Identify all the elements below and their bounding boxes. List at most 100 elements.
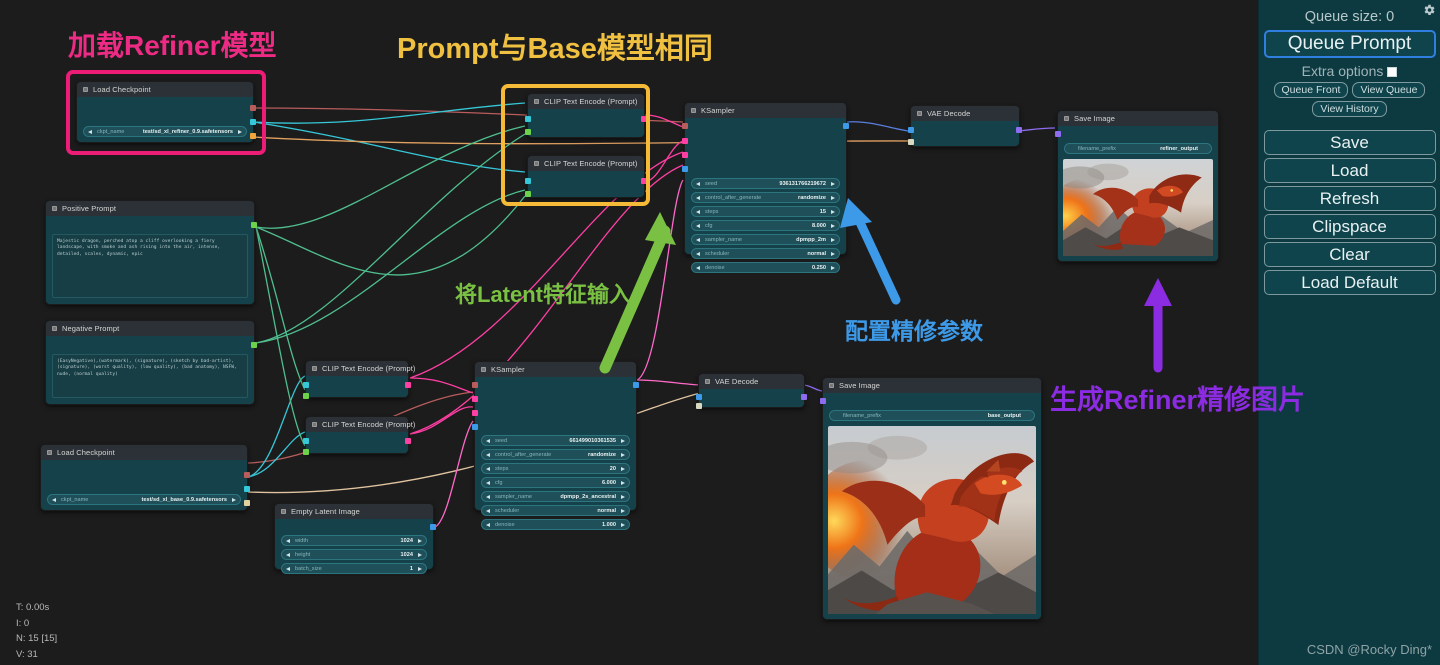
node-negative-prompt[interactable]: Negative Prompt (EasyNegative),(watermar… — [45, 320, 257, 405]
view-queue-button[interactable]: View Queue — [1352, 82, 1426, 98]
arrow-left-icon[interactable] — [696, 238, 700, 242]
arrow-left-icon[interactable] — [696, 224, 700, 228]
widget-control-after-generate[interactable]: control_after_generate randomize — [691, 192, 840, 203]
prompt-textarea[interactable]: (EasyNegative),(watermark), (signature),… — [52, 354, 248, 398]
port-conditioning-out[interactable] — [641, 116, 647, 122]
node-ksampler-base[interactable]: KSampler seed 661499010361535 control_af… — [472, 361, 639, 530]
node-save-image-base[interactable]: Save Image filename_prefix base_output — [820, 377, 1042, 620]
arrow-left-icon[interactable] — [696, 182, 700, 186]
port-model-out[interactable] — [244, 472, 250, 478]
port-text-in[interactable] — [525, 191, 531, 197]
view-history-button[interactable]: View History — [1312, 101, 1387, 117]
save-button[interactable]: Save — [1263, 130, 1436, 155]
node-clip-text-encode-refiner-positive[interactable]: CLIP Text Encode (Prompt) — [525, 93, 647, 138]
widget-cfg[interactable]: cfg 8.000 — [691, 220, 840, 231]
port-model-out[interactable] — [250, 105, 256, 111]
port-text-in[interactable] — [303, 393, 309, 399]
port-vae-out[interactable] — [250, 133, 256, 139]
port-vae-out[interactable] — [244, 500, 250, 506]
arrow-left-icon[interactable] — [286, 567, 290, 571]
port-clip-in[interactable] — [525, 116, 531, 122]
arrow-left-icon[interactable] — [696, 252, 700, 256]
arrow-right-icon[interactable] — [621, 439, 625, 443]
arrow-right-icon[interactable] — [831, 196, 835, 200]
arrow-right-icon[interactable] — [621, 509, 625, 513]
arrow-right-icon[interactable] — [831, 182, 835, 186]
arrow-right-icon[interactable] — [418, 539, 422, 543]
port-positive-in[interactable] — [682, 138, 688, 144]
node-clip-text-encode-refiner-negative[interactable]: CLIP Text Encode (Prompt) — [525, 155, 647, 198]
load-default-button[interactable]: Load Default — [1263, 270, 1436, 295]
node-clip-text-encode-base-positive[interactable]: CLIP Text Encode (Prompt) — [303, 360, 415, 399]
port-conditioning-out[interactable] — [405, 438, 411, 444]
widget-cfg[interactable]: cfg 6.000 — [481, 477, 630, 488]
port-clip-in[interactable] — [525, 178, 531, 184]
arrow-right-icon[interactable] — [621, 453, 625, 457]
node-vae-decode-base[interactable]: VAE Decode — [696, 373, 807, 409]
widget-control-after-generate[interactable]: control_after_generate randomize — [481, 449, 630, 460]
widget-seed[interactable]: seed 936131766219672 — [691, 178, 840, 189]
arrow-left-icon[interactable] — [486, 509, 490, 513]
port-positive-in[interactable] — [472, 396, 478, 402]
port-string-out[interactable] — [251, 222, 257, 228]
arrow-right-icon[interactable] — [621, 523, 625, 527]
port-samples-in[interactable] — [696, 394, 702, 400]
arrow-right-icon[interactable] — [831, 224, 835, 228]
widget-sampler-name[interactable]: sampler_name dpmpp_2m — [691, 234, 840, 245]
arrow-left-icon[interactable] — [486, 523, 490, 527]
arrow-left-icon[interactable] — [486, 467, 490, 471]
port-conditioning-out[interactable] — [641, 178, 647, 184]
port-image-out[interactable] — [1016, 127, 1022, 133]
arrow-left-icon[interactable] — [486, 481, 490, 485]
arrow-left-icon[interactable] — [696, 196, 700, 200]
arrow-right-icon[interactable] — [238, 130, 242, 134]
port-negative-in[interactable] — [472, 410, 478, 416]
gear-icon[interactable] — [1422, 3, 1436, 17]
widget-steps[interactable]: steps 15 — [691, 206, 840, 217]
widget-filename-prefix[interactable]: filename_prefix base_output — [829, 410, 1035, 421]
arrow-right-icon[interactable] — [621, 467, 625, 471]
port-clip-out[interactable] — [244, 486, 250, 492]
port-images-in[interactable] — [820, 398, 826, 404]
node-clip-text-encode-base-negative[interactable]: CLIP Text Encode (Prompt) — [303, 416, 415, 455]
port-model-in[interactable] — [472, 382, 478, 388]
arrow-left-icon[interactable] — [486, 439, 490, 443]
node-load-checkpoint-base[interactable]: Load Checkpoint ckpt_name test/sd_xl_bas… — [40, 444, 250, 511]
arrow-left-icon[interactable] — [696, 266, 700, 270]
arrow-left-icon[interactable] — [286, 553, 290, 557]
port-image-out[interactable] — [801, 394, 807, 400]
arrow-right-icon[interactable] — [232, 498, 236, 502]
queue-front-button[interactable]: Queue Front — [1273, 82, 1349, 98]
port-latent-out[interactable] — [633, 382, 639, 388]
port-clip-in[interactable] — [303, 438, 309, 444]
port-latent-in[interactable] — [472, 424, 478, 430]
arrow-left-icon[interactable] — [88, 130, 92, 134]
extra-options-checkbox[interactable] — [1387, 67, 1398, 77]
arrow-left-icon[interactable] — [696, 210, 700, 214]
clipspace-button[interactable]: Clipspace — [1263, 214, 1436, 239]
port-vae-in[interactable] — [696, 403, 702, 409]
image-preview-base[interactable] — [828, 426, 1036, 614]
clear-button[interactable]: Clear — [1263, 242, 1436, 267]
widget-sampler-name[interactable]: sampler_name dpmpp_2s_ancestral — [481, 491, 630, 502]
port-string-out[interactable] — [251, 342, 257, 348]
port-latent-out[interactable] — [843, 123, 849, 129]
node-vae-decode-refiner[interactable]: VAE Decode — [908, 105, 1022, 147]
arrow-left-icon[interactable] — [486, 453, 490, 457]
refresh-button[interactable]: Refresh — [1263, 186, 1436, 211]
widget-ckpt-name[interactable]: ckpt_name test/sd_xl_refiner_0.9.safeten… — [83, 126, 247, 137]
prompt-textarea[interactable]: Majestic dragon, perched atop a cliff ov… — [52, 234, 248, 298]
arrow-right-icon[interactable] — [831, 238, 835, 242]
port-vae-in[interactable] — [908, 139, 914, 145]
port-samples-in[interactable] — [908, 127, 914, 133]
port-text-in[interactable] — [303, 449, 309, 455]
port-model-in[interactable] — [682, 123, 688, 129]
port-latent-in[interactable] — [682, 166, 688, 172]
port-conditioning-out[interactable] — [405, 382, 411, 388]
node-empty-latent-image[interactable]: Empty Latent Image width 1024 height 102… — [274, 503, 436, 574]
widget-scheduler[interactable]: scheduler normal — [691, 248, 840, 259]
widget-steps[interactable]: steps 20 — [481, 463, 630, 474]
widget-height[interactable]: height 1024 — [281, 549, 427, 560]
widget-denoise[interactable]: denoise 1.000 — [481, 519, 630, 530]
port-images-in[interactable] — [1055, 131, 1061, 137]
